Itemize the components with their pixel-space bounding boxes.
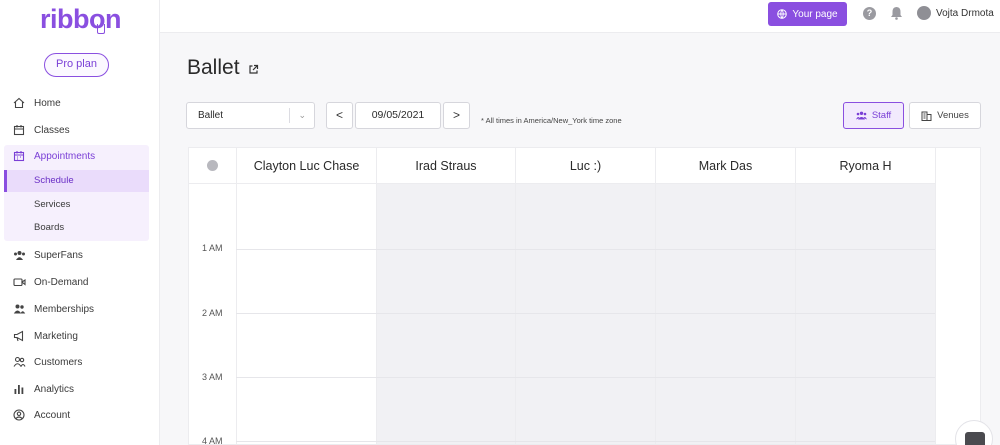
sidebar-subitem-schedule[interactable]: Schedule	[4, 170, 149, 192]
venues-view-label: Venues	[937, 110, 969, 121]
sidebar-item-label: Account	[34, 409, 71, 421]
sidebar-item-on-demand[interactable]: On-Demand	[0, 270, 150, 294]
hour-gridline	[236, 249, 935, 250]
hour-label: 4 AM	[202, 436, 223, 445]
pro-plan-button[interactable]: Pro plan	[44, 53, 109, 77]
ribbon-logo-badge-icon	[97, 24, 105, 34]
staff-schedule-column-unavailable[interactable]	[515, 184, 655, 444]
date-field[interactable]: 09/05/2021	[355, 102, 441, 129]
class-select-value: Ballet	[198, 110, 224, 121]
user-name[interactable]: Vojta Drmota	[936, 8, 994, 19]
sidebar-subitem-services[interactable]: Services	[4, 194, 149, 216]
calendar-grid-icon	[12, 149, 26, 163]
sidebar-item-customers[interactable]: Customers	[0, 350, 150, 374]
sidebar-item-appointments[interactable]: Appointments	[0, 144, 150, 168]
customers-icon	[12, 355, 26, 369]
bell-icon[interactable]	[890, 6, 903, 20]
calendar-icon	[12, 123, 26, 137]
next-date-button[interactable]: >	[443, 102, 470, 129]
class-select[interactable]: Ballet ⌄	[186, 102, 315, 129]
hour-gridline	[236, 377, 935, 378]
sidebar-item-label: On-Demand	[34, 276, 89, 288]
chat-button[interactable]	[955, 420, 993, 445]
top-bar: Your page ? Vojta Drmota	[160, 0, 1000, 33]
calendar-right-gutter	[935, 148, 980, 444]
staff-view-button[interactable]: Staff	[843, 102, 904, 129]
your-page-label: Your page	[792, 8, 838, 20]
staff-column-header[interactable]: Irad Straus	[376, 148, 515, 184]
staff-column-header[interactable]: Clayton Luc Chase	[236, 148, 376, 184]
ribbon-logo[interactable]: ribbon	[40, 4, 121, 35]
sidebar-subitem-boards[interactable]: Boards	[4, 217, 149, 239]
chat-icon	[965, 432, 985, 445]
staff-column-header[interactable]: Mark Das	[655, 148, 795, 184]
sidebar-item-label: Classes	[34, 124, 70, 136]
sidebar-item-label: Marketing	[34, 330, 78, 342]
sidebar-item-analytics[interactable]: Analytics	[0, 377, 150, 401]
account-circle-icon	[12, 408, 26, 422]
bar-chart-icon	[12, 382, 26, 396]
prev-date-button[interactable]: <	[326, 102, 353, 129]
hour-label: 3 AM	[202, 372, 223, 382]
select-divider	[289, 108, 290, 123]
hour-label: 2 AM	[202, 308, 223, 318]
staff-schedule-column-unavailable[interactable]	[655, 184, 795, 444]
staff-schedule-calendar: Clayton Luc Chase Irad Straus Luc :) Mar…	[188, 147, 981, 445]
chevron-down-icon: ⌄	[298, 110, 306, 120]
sidebar-item-home[interactable]: Home	[0, 91, 150, 115]
staff-view-label: Staff	[871, 110, 892, 121]
sidebar-item-superfans[interactable]: SuperFans	[0, 243, 150, 267]
sidebar-item-classes[interactable]: Classes	[0, 118, 150, 142]
sidebar-item-marketing[interactable]: Marketing	[0, 324, 150, 348]
sidebar: ribbon Pro plan Home Classes Appointment…	[0, 0, 160, 445]
page-title: Ballet	[187, 56, 240, 79]
venues-view-button[interactable]: Venues	[909, 102, 981, 129]
megaphone-icon	[12, 329, 26, 343]
clock-icon	[207, 160, 218, 171]
staff-schedule-column[interactable]	[236, 184, 376, 444]
hour-gridline	[236, 313, 935, 314]
user-avatar-icon[interactable]	[917, 6, 931, 20]
sidebar-item-label: Home	[34, 97, 61, 109]
sidebar-item-label: SuperFans	[34, 249, 83, 261]
hour-gridline	[236, 441, 935, 442]
help-icon[interactable]: ?	[863, 7, 876, 20]
sidebar-item-label: Appointments	[34, 150, 96, 162]
members-icon	[12, 302, 26, 316]
globe-icon	[777, 9, 788, 19]
calendar-header: Clayton Luc Chase Irad Straus Luc :) Mar…	[189, 148, 980, 184]
home-icon	[12, 96, 26, 110]
staff-schedule-column-unavailable[interactable]	[376, 184, 515, 444]
hour-label: 1 AM	[202, 243, 223, 253]
sidebar-item-label: Analytics	[34, 383, 75, 395]
sidebar-item-label: Memberships	[34, 303, 95, 315]
sidebar-item-account[interactable]: Account	[0, 403, 150, 427]
building-icon	[921, 111, 932, 121]
sidebar-item-memberships[interactable]: Memberships	[0, 297, 150, 321]
users-group-icon	[12, 248, 26, 262]
video-icon	[12, 275, 26, 289]
staff-column-header[interactable]: Ryoma H	[795, 148, 935, 184]
time-axis: 1 AM 2 AM 3 AM 4 AM	[189, 184, 236, 445]
staff-schedule-column-unavailable[interactable]	[795, 184, 935, 444]
your-page-button[interactable]: Your page	[768, 2, 847, 26]
external-link-icon[interactable]	[248, 62, 259, 74]
sidebar-item-label: Customers	[34, 356, 83, 368]
timezone-note: * All times in America/New_York time zon…	[481, 116, 622, 125]
staff-icon	[855, 111, 867, 120]
staff-column-header[interactable]: Luc :)	[515, 148, 655, 184]
